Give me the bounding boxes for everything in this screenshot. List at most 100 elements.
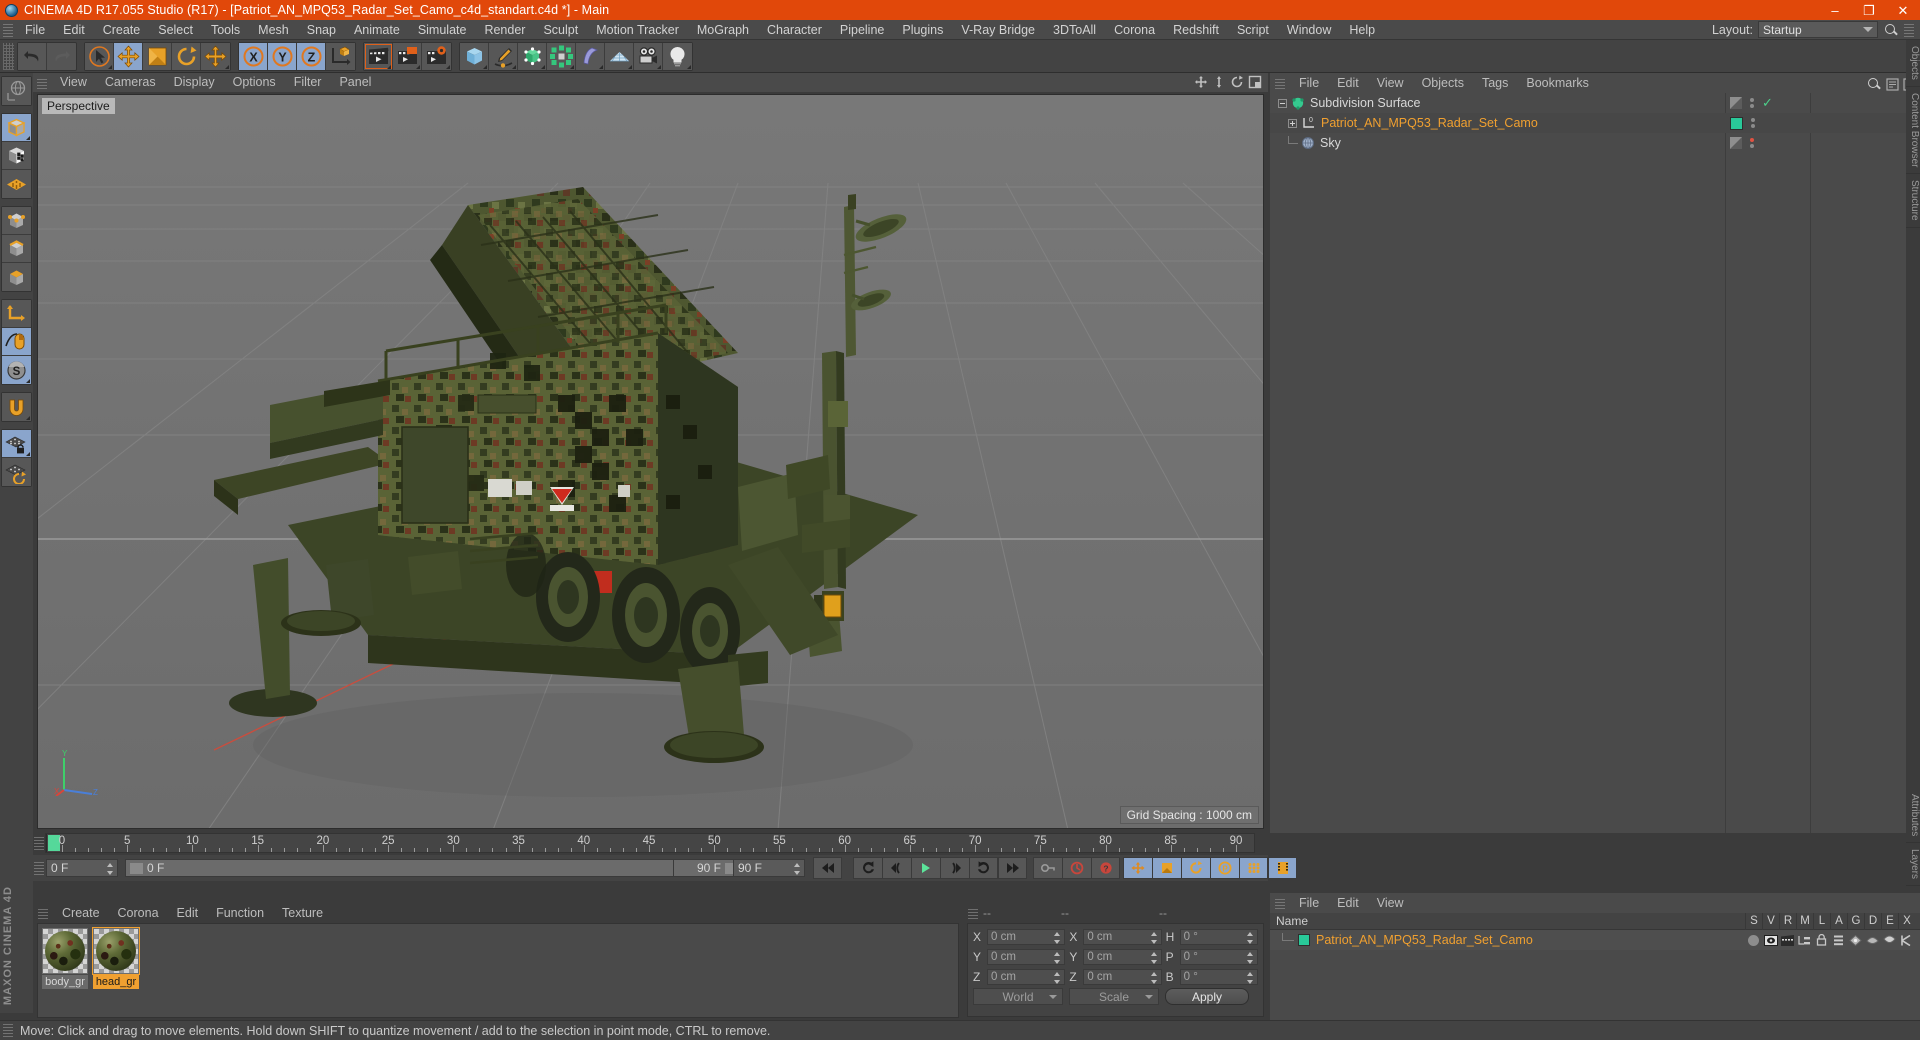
- spinner-icon[interactable]: [107, 863, 114, 875]
- rotate-tool-icon[interactable]: [172, 42, 201, 70]
- coordinates-grip[interactable]: [968, 906, 978, 919]
- camera-icon[interactable]: [634, 42, 663, 70]
- record-icon[interactable]: [1062, 857, 1091, 879]
- rotation-b-field[interactable]: 0 °: [1179, 968, 1258, 985]
- rotation-p-field[interactable]: 0 °: [1179, 948, 1258, 965]
- column-r-value-icon[interactable]: [1779, 934, 1796, 946]
- rotate-view-icon[interactable]: [1230, 75, 1244, 89]
- menu-vray-bridge[interactable]: V-Ray Bridge: [952, 20, 1044, 40]
- menu-script[interactable]: Script: [1228, 20, 1278, 40]
- enable-dots[interactable]: [1751, 118, 1755, 128]
- viewport-menu-cameras[interactable]: Cameras: [96, 73, 165, 92]
- check-icon[interactable]: ✓: [1762, 95, 1773, 111]
- world-coordinate-icon[interactable]: [326, 42, 355, 70]
- object-row-sky[interactable]: Sky: [1270, 133, 1920, 153]
- undo-icon[interactable]: [18, 42, 47, 70]
- menu-window[interactable]: Window: [1278, 20, 1340, 40]
- column-s-value-icon[interactable]: [1745, 934, 1762, 946]
- column-a[interactable]: A: [1830, 912, 1847, 930]
- menu-motion-tracker[interactable]: Motion Tracker: [587, 20, 688, 40]
- material-menu-function[interactable]: Function: [207, 903, 273, 923]
- planar-workplane-icon[interactable]: [2, 458, 31, 486]
- workplane-lock-icon[interactable]: [2, 430, 31, 458]
- step-forward-key-icon[interactable]: [969, 857, 998, 879]
- world-axis-icon[interactable]: [2, 77, 31, 105]
- column-l-value-icon[interactable]: [1813, 934, 1830, 946]
- minimize-button[interactable]: –: [1818, 0, 1852, 20]
- attribute-list[interactable]: Name S V R M L A G D E X Patriot_AN_MPQ5…: [1270, 912, 1920, 1020]
- enable-axis-icon[interactable]: S: [2, 356, 31, 384]
- z-axis-icon[interactable]: Z: [297, 42, 326, 70]
- spline-pen-icon[interactable]: [489, 42, 518, 70]
- key-rotation-icon[interactable]: [1181, 857, 1210, 879]
- object-menu-bookmarks[interactable]: Bookmarks: [1517, 73, 1598, 93]
- column-v-value-icon[interactable]: [1762, 934, 1779, 946]
- object-menu-file[interactable]: File: [1290, 73, 1328, 93]
- object-row-subdivision-surface[interactable]: Subdivision Surface ✓: [1270, 93, 1920, 113]
- position-x-field[interactable]: 0 cm: [987, 928, 1066, 945]
- object-menu-edit[interactable]: Edit: [1328, 73, 1368, 93]
- move-alt-tool-icon[interactable]: [201, 42, 230, 70]
- primitive-cube-icon[interactable]: [460, 42, 489, 70]
- column-d[interactable]: D: [1864, 912, 1881, 930]
- attribute-menu-edit[interactable]: Edit: [1328, 893, 1368, 913]
- material-tag-icon[interactable]: [1730, 116, 1743, 130]
- viewport-menu-panel[interactable]: Panel: [330, 73, 380, 92]
- deformer-icon[interactable]: [576, 42, 605, 70]
- expand-toggle-icon[interactable]: [1278, 98, 1287, 108]
- column-g[interactable]: G: [1847, 912, 1864, 930]
- spinner-icon[interactable]: [794, 863, 801, 875]
- material-item-body[interactable]: body_gr: [42, 928, 88, 1013]
- search-icon[interactable]: [1883, 22, 1899, 38]
- object-search-icon[interactable]: [1866, 76, 1882, 92]
- material-list[interactable]: body_gr head_gr: [37, 923, 959, 1018]
- timeline-mode-icon[interactable]: [1268, 857, 1297, 879]
- menu-3dtoall[interactable]: 3DToAll: [1044, 20, 1105, 40]
- play-back-icon[interactable]: [882, 857, 911, 879]
- texture-mode-icon[interactable]: [2, 142, 31, 170]
- attribute-manager-grip[interactable]: [1275, 897, 1285, 909]
- menu-snap[interactable]: Snap: [298, 20, 345, 40]
- size-y-field[interactable]: 0 cm: [1083, 948, 1162, 965]
- coordinate-mode-dropdown[interactable]: Scale: [1069, 988, 1159, 1005]
- move-tool-icon[interactable]: [114, 42, 143, 70]
- menu-pipeline[interactable]: Pipeline: [831, 20, 893, 40]
- key-position-icon[interactable]: [1123, 857, 1152, 879]
- menu-select[interactable]: Select: [149, 20, 202, 40]
- render-region-icon[interactable]: [393, 42, 422, 70]
- perspective-viewport[interactable]: Perspective Grid Spacing : 1000 cm Y Z X: [37, 94, 1264, 829]
- layout-dropdown[interactable]: Startup: [1758, 21, 1878, 38]
- menu-grip[interactable]: [3, 22, 13, 37]
- attribute-row[interactable]: Patriot_AN_MPQ53_Radar_Set_Camo: [1270, 930, 1920, 950]
- material-menu-corona[interactable]: Corona: [109, 903, 168, 923]
- material-swatch-icon[interactable]: [1298, 934, 1310, 946]
- attribute-menu-file[interactable]: File: [1290, 893, 1328, 913]
- column-d-value-icon[interactable]: [1864, 935, 1881, 946]
- x-axis-icon[interactable]: X: [239, 42, 268, 70]
- column-g-value-icon[interactable]: [1847, 934, 1864, 946]
- point-mode-icon[interactable]: [2, 207, 31, 235]
- maximize-button[interactable]: ❐: [1852, 0, 1886, 20]
- y-axis-icon[interactable]: Y: [268, 42, 297, 70]
- key-parameter-icon[interactable]: P: [1210, 857, 1239, 879]
- menu-plugins[interactable]: Plugins: [893, 20, 952, 40]
- column-l[interactable]: L: [1813, 912, 1830, 930]
- mograph-icon[interactable]: [547, 42, 576, 70]
- menu-sculpt[interactable]: Sculpt: [534, 20, 587, 40]
- step-back-key-icon[interactable]: [853, 857, 882, 879]
- column-a-value-icon[interactable]: [1830, 935, 1847, 946]
- object-row-patriot-radar[interactable]: 0 Patriot_AN_MPQ53_Radar_Set_Camo: [1270, 113, 1920, 133]
- go-to-end-button[interactable]: [998, 857, 1027, 879]
- status-grip[interactable]: [3, 1024, 13, 1037]
- menu-render[interactable]: Render: [475, 20, 534, 40]
- maximize-view-icon[interactable]: [1248, 75, 1262, 89]
- size-z-field[interactable]: 0 cm: [1083, 968, 1162, 985]
- model-mode-icon[interactable]: [2, 114, 31, 142]
- material-menu-texture[interactable]: Texture: [273, 903, 332, 923]
- object-manager-grip[interactable]: [1275, 77, 1285, 89]
- toolbar-grip[interactable]: [3, 42, 14, 70]
- tab-attributes[interactable]: Attributes: [1906, 788, 1920, 844]
- object-menu-objects[interactable]: Objects: [1413, 73, 1473, 93]
- column-v[interactable]: V: [1762, 912, 1779, 930]
- object-tree[interactable]: Subdivision Surface ✓ 0 Patriot_AN_MPQ53…: [1270, 93, 1920, 833]
